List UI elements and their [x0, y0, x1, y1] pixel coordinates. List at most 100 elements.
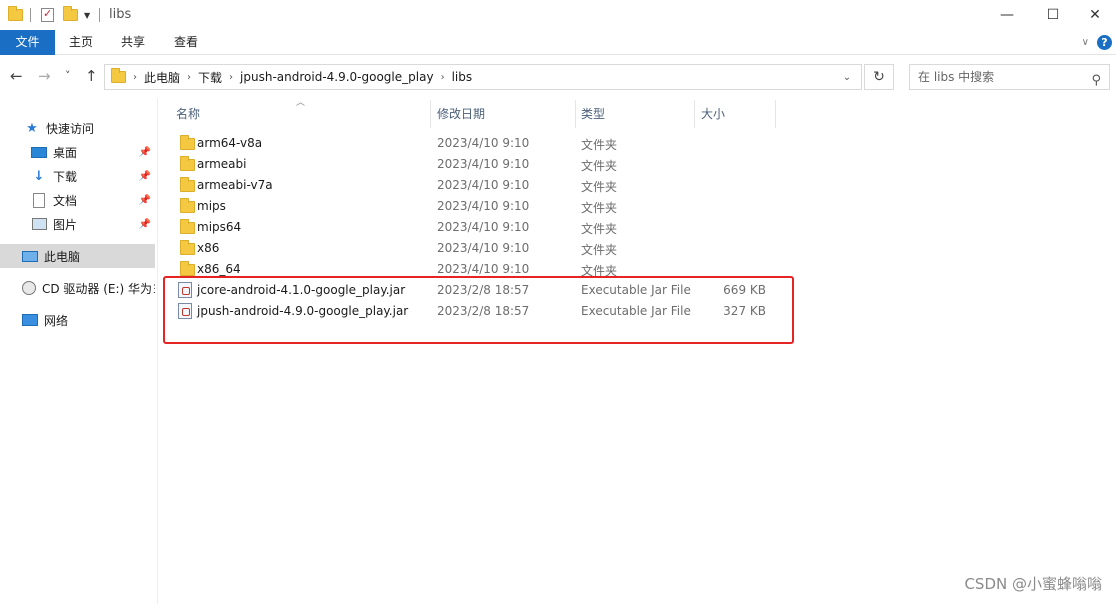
breadcrumb-downloads[interactable]: 下载: [198, 69, 222, 86]
ribbon-tabs: 文件 主页 共享 查看 ∨ ?: [0, 30, 1116, 55]
folder-icon: [180, 240, 195, 255]
file-type: 文件夹: [581, 180, 618, 194]
folder-icon: [180, 156, 195, 171]
watermark: CSDN @小蜜蜂嗡嗡: [964, 575, 1102, 593]
chevron-down-icon[interactable]: ⌄: [833, 65, 861, 89]
folder-row[interactable]: arm64-v8a 2023/4/10 9:10 文件夹: [172, 133, 772, 154]
sidebar-item-label: 图片: [53, 217, 78, 232]
properties-icon[interactable]: [41, 6, 54, 24]
sidebar-item-downloads[interactable]: ↓ 下载 📌: [0, 164, 155, 188]
cd-drive-icon: [22, 280, 36, 296]
folder-row[interactable]: armeabi-v7a 2023/4/10 9:10 文件夹: [172, 175, 772, 196]
sidebar-item-label: 下载: [53, 169, 78, 184]
title-bar: ▼ libs — ☐ ✕: [0, 0, 1116, 30]
file-date: 2023/4/10 9:10: [437, 157, 530, 171]
file-name: armeabi: [197, 157, 247, 171]
tab-share[interactable]: 共享: [110, 30, 156, 55]
address-bar[interactable]: › 此电脑 › 下载 › jpush-android-4.9.0-google_…: [104, 64, 862, 90]
file-type: 文件夹: [581, 243, 618, 257]
file-type: 文件夹: [581, 201, 618, 215]
chevron-down-icon[interactable]: ∨: [1082, 37, 1089, 48]
folder-row[interactable]: mips 2023/4/10 9:10 文件夹: [172, 196, 772, 217]
divider: [30, 6, 31, 24]
tab-view[interactable]: 查看: [163, 30, 209, 55]
desktop-icon: [31, 144, 47, 160]
file-type: 文件夹: [581, 222, 618, 236]
star-icon: ★: [26, 120, 38, 136]
tab-file[interactable]: 文件: [0, 30, 55, 55]
sidebar-item-label: 桌面: [53, 145, 78, 160]
network-icon: [22, 312, 38, 328]
folder-icon: [111, 68, 126, 83]
chevron-right-icon[interactable]: ›: [133, 72, 137, 83]
forward-button[interactable]: →: [38, 67, 51, 85]
sidebar-item-pictures[interactable]: 图片 📌: [0, 212, 155, 236]
help-icon[interactable]: ?: [1097, 35, 1112, 50]
sidebar-item-label: 此电脑: [44, 249, 81, 264]
highlight-annotation: [163, 276, 794, 344]
pin-icon[interactable]: 📌: [139, 171, 151, 182]
search-input[interactable]: 在 libs 中搜索 ⚲: [909, 64, 1110, 90]
breadcrumb-jpush-folder[interactable]: jpush-android-4.9.0-google_play: [240, 70, 434, 84]
folder-icon: [8, 6, 23, 24]
navigation-pane: ★ 快速访问 桌面 📌 ↓ 下载 📌 文档 📌 图片 📌 此电脑 CD 驱动器 …: [0, 98, 158, 604]
pin-icon[interactable]: 📌: [139, 195, 151, 206]
chevron-right-icon[interactable]: ›: [187, 72, 191, 83]
picture-icon: [31, 216, 47, 232]
close-button[interactable]: ✕: [1072, 0, 1116, 30]
file-date: 2023/4/10 9:10: [437, 199, 530, 213]
file-name: arm64-v8a: [197, 136, 263, 150]
maximize-button[interactable]: ☐: [1030, 0, 1076, 30]
column-header-name[interactable]: 名称: [170, 100, 430, 128]
document-icon: [31, 192, 47, 208]
file-name: mips: [197, 199, 226, 213]
pin-icon[interactable]: 📌: [139, 147, 151, 158]
chevron-right-icon[interactable]: ›: [229, 72, 233, 83]
new-folder-icon[interactable]: [63, 6, 78, 24]
download-icon: ↓: [33, 168, 45, 184]
folder-row[interactable]: x86 2023/4/10 9:10 文件夹: [172, 238, 772, 259]
sidebar-item-cd-drive[interactable]: CD 驱动器 (E:) 华为ヨ: [0, 276, 155, 300]
column-divider[interactable]: [775, 100, 776, 128]
up-button[interactable]: ↑: [85, 67, 98, 85]
column-header-type[interactable]: 类型: [575, 100, 694, 128]
sidebar-item-network[interactable]: 网络: [0, 308, 155, 332]
minimize-button[interactable]: —: [984, 0, 1030, 30]
recent-locations-button[interactable]: ˅: [65, 69, 71, 82]
window-title: libs: [109, 7, 132, 22]
file-date: 2023/4/10 9:10: [437, 241, 530, 255]
sidebar-item-desktop[interactable]: 桌面 📌: [0, 140, 155, 164]
back-button[interactable]: ←: [10, 67, 23, 85]
customize-toolbar-icon[interactable]: ▼: [84, 6, 90, 24]
file-date: 2023/4/10 9:10: [437, 262, 530, 276]
chevron-right-icon[interactable]: ›: [441, 72, 445, 83]
pin-icon[interactable]: 📌: [139, 219, 151, 230]
sidebar-item-documents[interactable]: 文档 📌: [0, 188, 155, 212]
sidebar-item-label: CD 驱动器 (E:) 华为ヨ: [42, 281, 155, 296]
breadcrumb-this-pc[interactable]: 此电脑: [144, 69, 180, 86]
sidebar-item-label: 快速访问: [46, 121, 95, 136]
file-name: armeabi-v7a: [197, 178, 273, 192]
file-type: 文件夹: [581, 159, 618, 173]
folder-row[interactable]: armeabi 2023/4/10 9:10 文件夹: [172, 154, 772, 175]
folder-icon: [180, 261, 195, 276]
folder-row[interactable]: mips64 2023/4/10 9:10 文件夹: [172, 217, 772, 238]
column-header-size[interactable]: 大小: [695, 100, 775, 128]
tab-home[interactable]: 主页: [58, 30, 104, 55]
folder-icon: [180, 219, 195, 234]
refresh-button[interactable]: ↻: [864, 64, 894, 90]
sidebar-item-label: 网络: [44, 313, 69, 328]
file-name: x86_64: [197, 262, 241, 276]
computer-icon: [22, 248, 38, 264]
breadcrumb-libs[interactable]: libs: [452, 70, 473, 84]
file-type: 文件夹: [581, 138, 618, 152]
sidebar-item-this-pc[interactable]: 此电脑: [0, 244, 155, 268]
navigation-bar: ← → ˅ ↑ › 此电脑 › 下载 › jpush-android-4.9.0…: [0, 56, 1116, 98]
sidebar-item-quick-access[interactable]: ★ 快速访问: [0, 116, 155, 140]
divider: [99, 6, 100, 24]
search-icon[interactable]: ⚲: [1091, 69, 1101, 93]
sidebar-item-label: 文档: [53, 193, 78, 208]
file-name: x86: [197, 241, 220, 255]
folder-icon: [180, 135, 195, 150]
column-header-date[interactable]: 修改日期: [431, 100, 575, 128]
